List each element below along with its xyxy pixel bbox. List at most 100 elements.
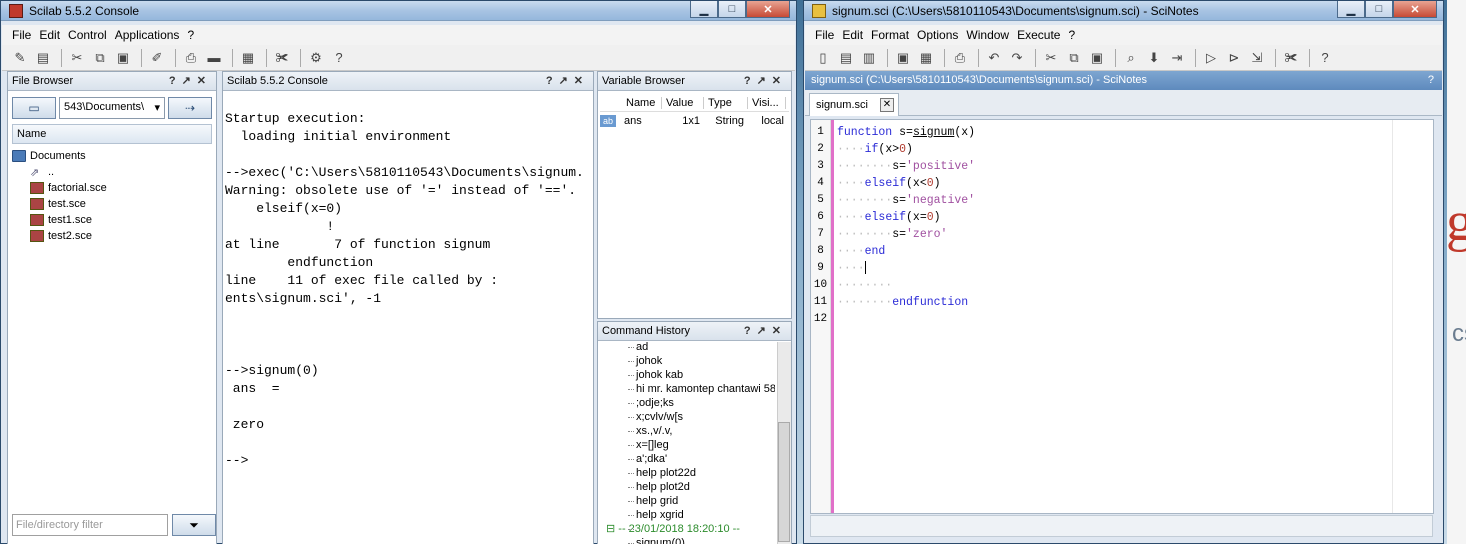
- help-icon[interactable]: ?: [329, 48, 349, 68]
- menu-file[interactable]: File: [815, 28, 834, 42]
- parent-folder-button[interactable]: ▭: [12, 97, 56, 119]
- open-recent-icon[interactable]: ▥: [859, 48, 879, 68]
- history-item[interactable]: xs.,v/.v,: [602, 424, 775, 438]
- history-item[interactable]: help plot22d: [602, 466, 775, 480]
- tree-item[interactable]: test.sce: [12, 196, 212, 212]
- history-item[interactable]: help grid: [602, 494, 775, 508]
- menu-edit[interactable]: Edit: [39, 28, 60, 42]
- titlebar[interactable]: signum.sci (C:\Users\5810110543\Document…: [804, 1, 1443, 21]
- history-scrollbar[interactable]: [777, 342, 791, 544]
- history-item[interactable]: a';dka': [602, 452, 775, 466]
- code-text: s=: [892, 228, 907, 241]
- indent-icon[interactable]: ⇥: [1167, 48, 1187, 68]
- path-dropdown[interactable]: 543\Documents\: [59, 97, 165, 119]
- menu-file[interactable]: File: [12, 28, 31, 42]
- code-line: ····: [837, 261, 866, 275]
- menu-window[interactable]: Window: [966, 28, 1009, 42]
- paste-icon[interactable]: ▣: [113, 48, 133, 68]
- code-editor[interactable]: 1 2 3 4 5 6 7 8 9 10 11 12 function s=signum(x) ···…: [810, 119, 1434, 514]
- menu-options[interactable]: Options: [917, 28, 958, 42]
- history-item[interactable]: help xgrid: [602, 508, 775, 522]
- open-icon[interactable]: ▤: [836, 48, 856, 68]
- clear-icon[interactable]: ✐: [147, 48, 167, 68]
- browse-button[interactable]: ⇢: [168, 97, 212, 119]
- variables-icon[interactable]: ▬: [204, 48, 224, 68]
- cut-icon[interactable]: ✂: [1041, 48, 1061, 68]
- print-icon[interactable]: ⎙: [181, 48, 201, 68]
- print-icon[interactable]: ⎙: [950, 48, 970, 68]
- execute-icon[interactable]: ▷: [1201, 48, 1221, 68]
- history-item[interactable]: johok: [602, 354, 775, 368]
- tree-item[interactable]: factorial.sce: [12, 180, 212, 196]
- scroll-thumb[interactable]: [778, 422, 790, 542]
- copy-icon[interactable]: ⧉: [90, 48, 110, 68]
- history-item[interactable]: ;odje;ks: [602, 396, 775, 410]
- menu-execute[interactable]: Execute: [1017, 28, 1060, 42]
- console-output[interactable]: Startup execution: loading initial envir…: [225, 92, 591, 544]
- filter-icon[interactable]: ⏷: [172, 514, 216, 536]
- history-item[interactable]: johok kab: [602, 368, 775, 382]
- column-header[interactable]: Type: [704, 96, 748, 109]
- history-session[interactable]: ⊟ -- 23/01/2018 18:20:10 --: [602, 522, 775, 536]
- minimize-button[interactable]: ▁: [1337, 1, 1365, 18]
- code-area[interactable]: function s=signum(x) ····if(x>0) ·······…: [837, 124, 1423, 328]
- paste-icon[interactable]: ▣: [1087, 48, 1107, 68]
- menu-help[interactable]: ?: [1068, 28, 1075, 42]
- panel-controls[interactable]: ?↗✕: [546, 74, 589, 87]
- save-icon[interactable]: ▣: [893, 48, 913, 68]
- new-file-icon[interactable]: ▯: [813, 48, 833, 68]
- open-icon[interactable]: ▤: [33, 48, 53, 68]
- sce-file-icon: [30, 214, 44, 226]
- menu-control[interactable]: Control: [68, 28, 107, 42]
- code-text: s=: [892, 126, 913, 139]
- config-icon[interactable]: ⚙: [306, 48, 326, 68]
- history-item[interactable]: x;cvlv/w[s: [602, 410, 775, 424]
- tree-item[interactable]: test2.sce: [12, 228, 212, 244]
- history-item[interactable]: signum(0): [602, 536, 775, 544]
- undo-icon[interactable]: ↶: [984, 48, 1004, 68]
- maximize-button[interactable]: □: [1365, 1, 1393, 18]
- menu-format[interactable]: Format: [871, 28, 909, 42]
- filter-input[interactable]: File/directory filter: [12, 514, 168, 536]
- name-column-header[interactable]: Name: [12, 124, 212, 144]
- execute-until-icon[interactable]: ⇲: [1247, 48, 1267, 68]
- download-icon[interactable]: ⬇: [1144, 48, 1164, 68]
- history-item[interactable]: hi mr. kamontep chantawi 58: [602, 382, 775, 396]
- tab-signum[interactable]: signum.sci ✕: [809, 93, 899, 116]
- close-button[interactable]: ✕: [1393, 1, 1437, 18]
- new-script-icon[interactable]: ✎: [10, 48, 30, 68]
- tree-root[interactable]: Documents: [12, 148, 212, 164]
- cut-icon[interactable]: ✂: [67, 48, 87, 68]
- history-item[interactable]: ad: [602, 340, 775, 354]
- help-icon[interactable]: ?: [1315, 48, 1335, 68]
- panel-controls[interactable]: ?↗✕: [744, 324, 787, 337]
- collapse-icon[interactable]: ⊟: [606, 523, 618, 535]
- maximize-button[interactable]: □: [718, 1, 746, 18]
- preferences-icon[interactable]: ✀: [1281, 48, 1301, 68]
- panel-controls[interactable]: ?↗✕: [744, 74, 787, 87]
- help-icon[interactable]: ?: [1428, 74, 1434, 86]
- menu-help[interactable]: ?: [187, 28, 194, 42]
- history-item[interactable]: help plot2d: [602, 480, 775, 494]
- history-item[interactable]: x=[]leg: [602, 438, 775, 452]
- menu-edit[interactable]: Edit: [842, 28, 863, 42]
- execute-echo-icon[interactable]: ⊳: [1224, 48, 1244, 68]
- redo-icon[interactable]: ↷: [1007, 48, 1027, 68]
- menu-applications[interactable]: Applications: [115, 28, 180, 42]
- find-icon[interactable]: ⌕: [1121, 48, 1141, 68]
- minimize-button[interactable]: ▁: [690, 1, 718, 18]
- column-header[interactable]: Value: [662, 96, 704, 109]
- preferences-icon[interactable]: ✀: [272, 48, 292, 68]
- tree-item[interactable]: ⇗..: [12, 164, 212, 180]
- modules-icon[interactable]: ▦: [238, 48, 258, 68]
- titlebar[interactable]: Scilab 5.5.2 Console ▁ □ ✕: [1, 1, 796, 21]
- column-header[interactable]: Name: [622, 96, 662, 109]
- copy-icon[interactable]: ⧉: [1064, 48, 1084, 68]
- save-as-icon[interactable]: ▦: [916, 48, 936, 68]
- table-row[interactable]: ab ans 1x1 String local: [600, 112, 789, 130]
- close-button[interactable]: ✕: [746, 1, 790, 18]
- close-tab-icon[interactable]: ✕: [880, 98, 894, 112]
- panel-controls[interactable]: ?↗✕: [169, 74, 212, 87]
- tree-item[interactable]: test1.sce: [12, 212, 212, 228]
- column-header[interactable]: Visi...: [748, 96, 786, 109]
